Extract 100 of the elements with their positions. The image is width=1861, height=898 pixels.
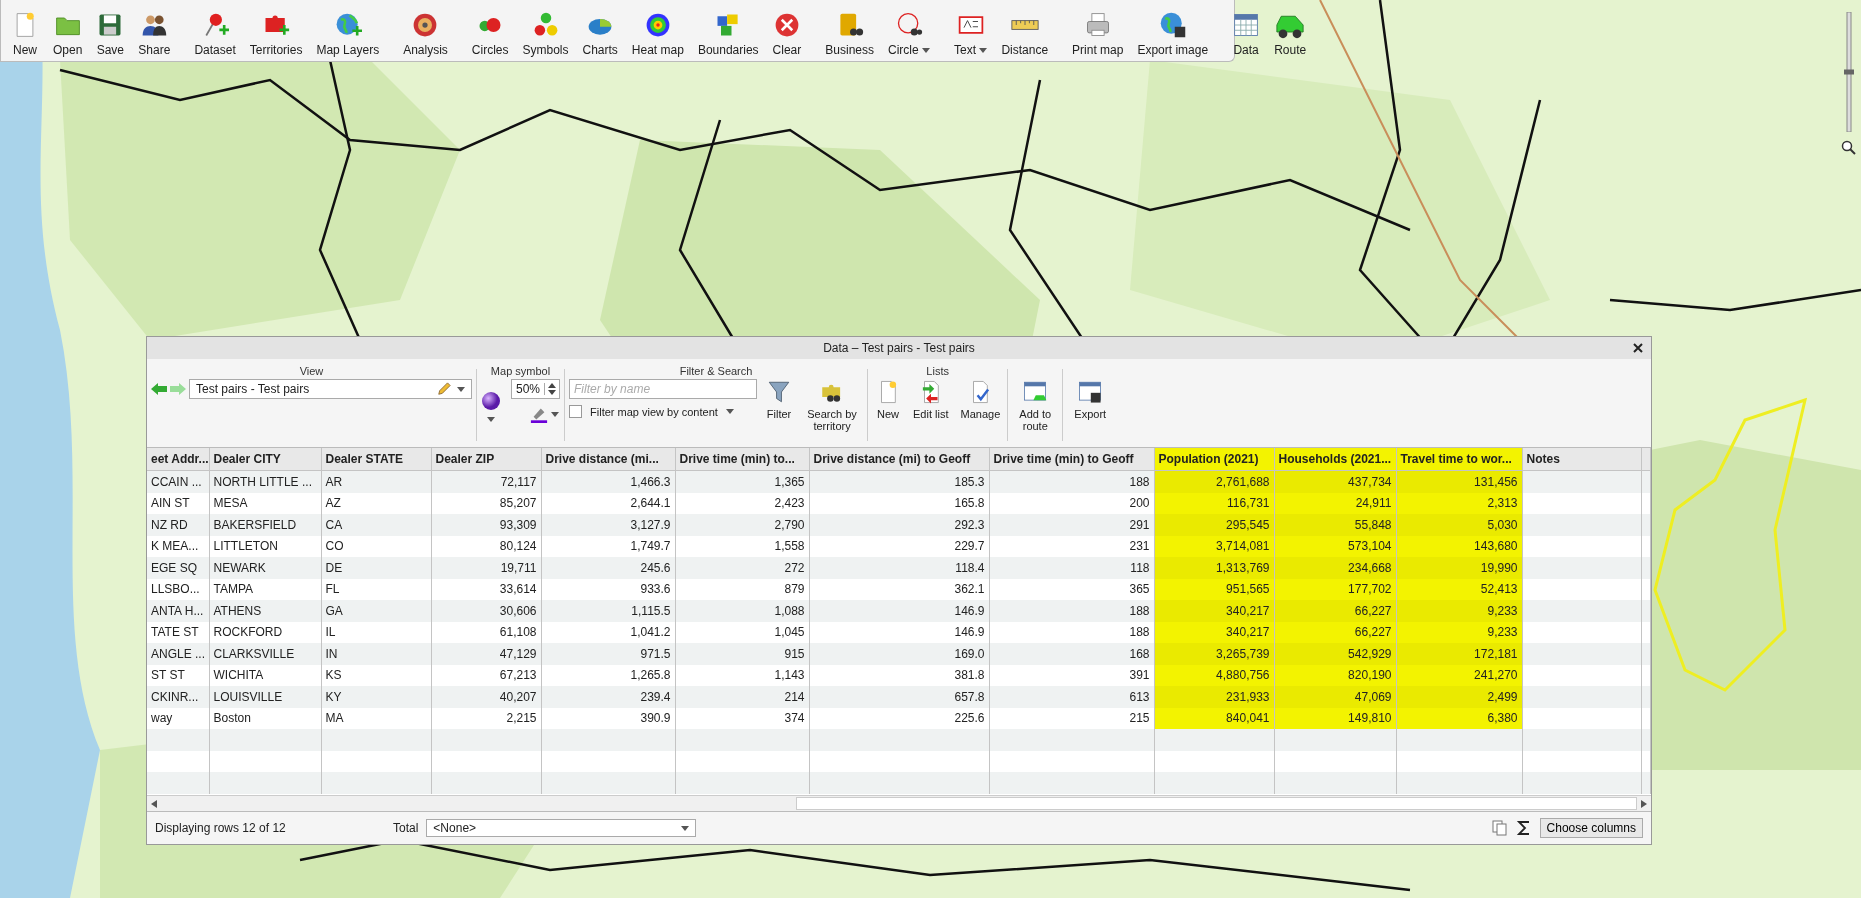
table-cell: 9,233 bbox=[1396, 600, 1522, 622]
checkbox-label: Filter map view by content bbox=[590, 405, 718, 418]
table-cell: 19,990 bbox=[1396, 557, 1522, 579]
column-header[interactable]: Notes bbox=[1522, 448, 1641, 471]
scroll-left-icon[interactable] bbox=[151, 799, 157, 808]
column-header[interactable]: eet Addr... bbox=[147, 448, 209, 471]
section-title: Map symbol bbox=[490, 364, 551, 379]
ribbon-button[interactable]: New bbox=[872, 379, 905, 420]
toolbar-button[interactable]: Analysis bbox=[397, 11, 454, 57]
horizontal-scrollbar[interactable] bbox=[147, 795, 1651, 811]
toolbar-button[interactable]: Charts bbox=[576, 11, 624, 57]
table-cell: 340,217 bbox=[1154, 600, 1274, 622]
caret-icon bbox=[725, 409, 734, 414]
table-cell: ATHENS bbox=[209, 600, 321, 622]
toolbar-button[interactable]: Open bbox=[47, 11, 89, 57]
column-header[interactable]: Drive distance (mi... bbox=[541, 448, 675, 471]
toolbar-button[interactable]: Circle bbox=[882, 11, 936, 57]
toolbar-button[interactable]: Export image bbox=[1131, 11, 1215, 57]
column-header[interactable]: Dealer STATE bbox=[321, 448, 431, 471]
column-header[interactable]: Dealer CITY bbox=[209, 448, 321, 471]
table-cell: ANGLE ... bbox=[147, 643, 209, 665]
table-cell: EGE SQ bbox=[147, 557, 209, 579]
toolbar-button[interactable]: Distance bbox=[995, 11, 1055, 57]
slider-thumb[interactable] bbox=[1844, 69, 1854, 75]
zoom-slider[interactable] bbox=[1843, 12, 1855, 132]
table-cell: 40,207 bbox=[431, 686, 541, 708]
total-label: Total bbox=[393, 821, 419, 835]
column-header[interactable]: Drive distance (mi) to Geoff bbox=[809, 448, 989, 471]
toolbar-button[interactable]: Symbols bbox=[516, 11, 575, 57]
toolbar-button[interactable]: Print map bbox=[1066, 11, 1130, 57]
filter-field[interactable]: Filter by name bbox=[569, 379, 758, 399]
toolbar-button[interactable]: Business bbox=[819, 11, 880, 57]
section-title: View bbox=[299, 364, 324, 379]
table-cell: CKINR... bbox=[147, 686, 209, 708]
table-cell: 915 bbox=[675, 643, 809, 665]
table-cell: CLARKSVILLE bbox=[209, 643, 321, 665]
table-cell: CCAIN ... bbox=[147, 470, 209, 493]
toolbar-button[interactable]: Text bbox=[948, 11, 994, 57]
toolbar-button[interactable]: Dataset bbox=[188, 11, 242, 57]
ribbon-button[interactable]: Export bbox=[1067, 379, 1114, 420]
ribbon-button[interactable]: Filter bbox=[763, 379, 796, 420]
section-title: Lists bbox=[926, 364, 949, 379]
table-cell: 172,181 bbox=[1396, 643, 1522, 665]
toolbar-button[interactable]: Data bbox=[1226, 11, 1267, 57]
table-cell: NEWARK bbox=[209, 557, 321, 579]
column-header[interactable]: Households (2021... bbox=[1274, 448, 1396, 471]
checkbox[interactable] bbox=[569, 405, 583, 418]
toolbar-button[interactable]: Save bbox=[90, 11, 131, 57]
toolbar-button[interactable]: Circles bbox=[465, 11, 515, 57]
pencil-icon[interactable] bbox=[437, 382, 451, 396]
choose-columns-button[interactable]: Choose columns bbox=[1539, 818, 1643, 838]
scroll-right-icon[interactable] bbox=[1641, 799, 1647, 808]
sphere-icon[interactable] bbox=[481, 391, 501, 411]
toolbar-button[interactable]: Route bbox=[1268, 11, 1313, 57]
table-cell: 47,069 bbox=[1274, 686, 1396, 708]
column-header[interactable]: Drive time (min) to... bbox=[675, 448, 809, 471]
table-cell: GA bbox=[321, 600, 431, 622]
sum-icon[interactable] bbox=[1515, 820, 1532, 836]
table-cell: DE bbox=[321, 557, 431, 579]
back-arrow-icon[interactable] bbox=[151, 383, 167, 395]
close-icon[interactable] bbox=[1633, 343, 1643, 353]
column-header[interactable]: Population (2021) bbox=[1154, 448, 1274, 471]
caret-icon bbox=[681, 825, 690, 831]
table-cell: 234,668 bbox=[1274, 557, 1396, 579]
table-cell: 613 bbox=[989, 686, 1154, 708]
grid-disk-icon bbox=[1077, 379, 1104, 405]
down-arrow-icon[interactable] bbox=[548, 390, 557, 395]
view-dropdown[interactable]: Test pairs - Test pairs bbox=[189, 379, 472, 399]
search-icon[interactable] bbox=[1841, 140, 1857, 156]
table-cell: 47,129 bbox=[431, 643, 541, 665]
status-text: Displaying rows 12 of 12 bbox=[155, 821, 287, 835]
window-title: Data – Test pairs - Test pairs bbox=[823, 341, 975, 355]
table-cell: ANTA H... bbox=[147, 600, 209, 622]
toolbar-button[interactable]: Heat map bbox=[625, 11, 690, 57]
toolbar-button[interactable]: Map Layers bbox=[310, 11, 386, 57]
toolbar-button[interactable]: Share bbox=[132, 11, 177, 57]
column-header[interactable]: Dealer ZIP bbox=[431, 448, 541, 471]
size-spinner[interactable]: 50% bbox=[511, 379, 561, 399]
table-cell: 1,115.5 bbox=[541, 600, 675, 622]
toolbar-button[interactable]: Clear bbox=[766, 11, 808, 57]
ribbon-button[interactable]: Manage bbox=[957, 379, 1004, 420]
up-arrow-icon[interactable] bbox=[548, 383, 557, 388]
total-dropdown[interactable]: <None> bbox=[426, 819, 697, 837]
ribbon-button[interactable]: Edit list bbox=[910, 379, 952, 420]
column-header[interactable]: Travel time to wor... bbox=[1396, 448, 1522, 471]
toolbar-button[interactable]: New bbox=[5, 11, 45, 57]
table-cell: 118.4 bbox=[809, 557, 989, 579]
ribbon-button[interactable]: Search by territory bbox=[801, 379, 864, 432]
toolbar-button[interactable]: Territories bbox=[243, 11, 309, 57]
table-cell: 66,227 bbox=[1274, 600, 1396, 622]
table-cell: 239.4 bbox=[541, 686, 675, 708]
table-cell: 272 bbox=[675, 557, 809, 579]
table-cell: 1,313,769 bbox=[1154, 557, 1274, 579]
copy-icon[interactable] bbox=[1491, 820, 1508, 836]
table-cell: 295,545 bbox=[1154, 514, 1274, 536]
ribbon-button[interactable]: Add to route bbox=[1012, 379, 1059, 432]
toolbar-button[interactable]: Boundaries bbox=[691, 11, 765, 57]
column-header[interactable]: Drive time (min) to Geoff bbox=[989, 448, 1154, 471]
table-cell: 214 bbox=[675, 686, 809, 708]
table-cell: 118 bbox=[989, 557, 1154, 579]
